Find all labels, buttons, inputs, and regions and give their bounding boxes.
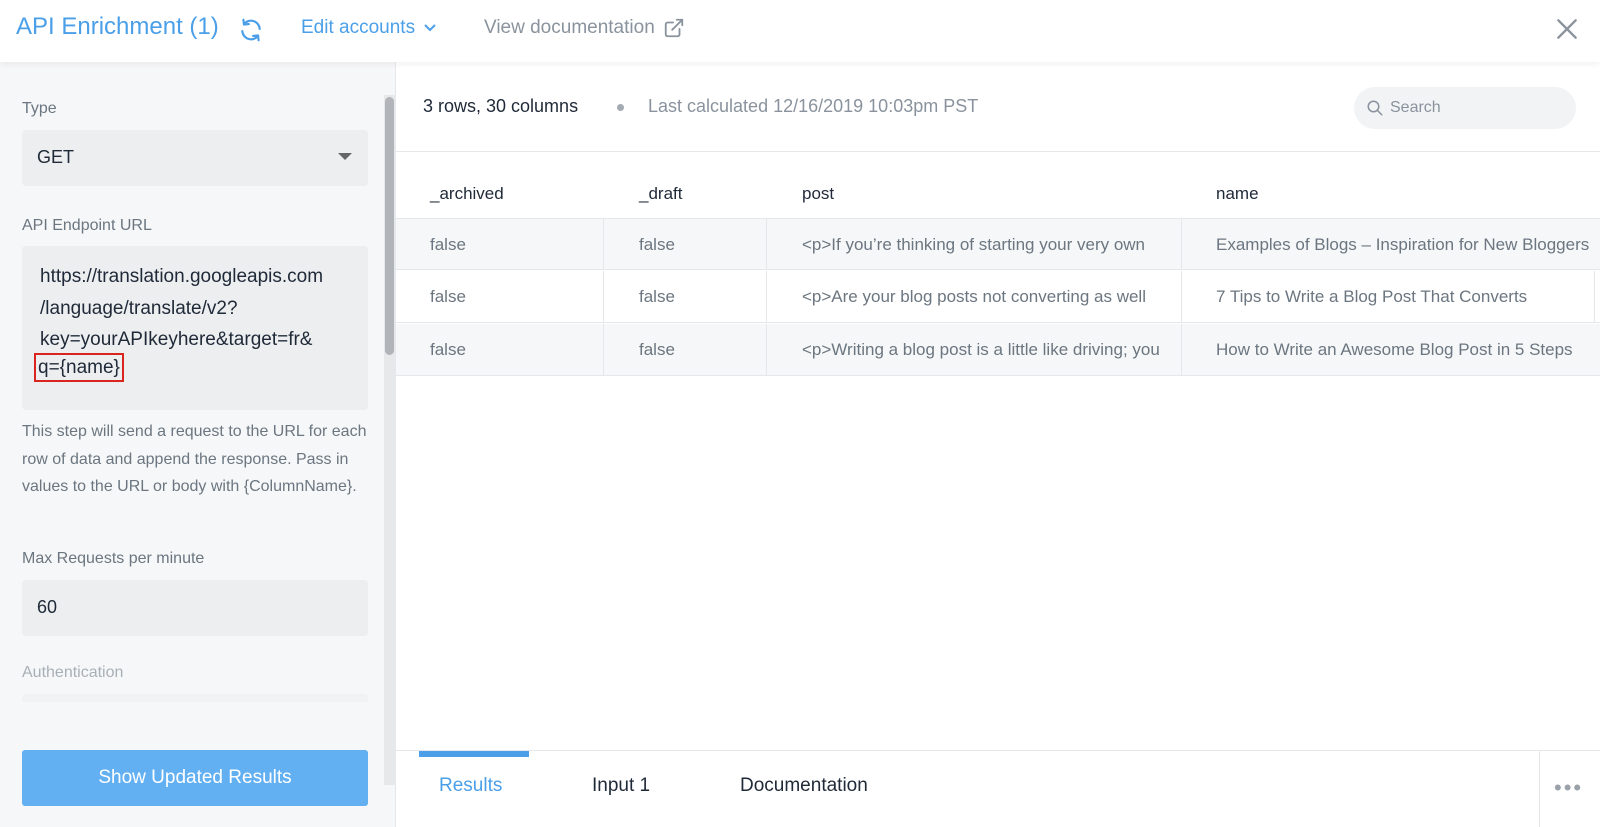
column-header-post[interactable]: post: [802, 184, 834, 204]
table-cell: false: [639, 340, 675, 359]
max-requests-input[interactable]: 60: [22, 580, 368, 636]
url-line: /language/translate/v2?: [40, 298, 238, 319]
table-cell: <p>Writing a blog post is a little like …: [802, 340, 1160, 359]
header: API Enrichment (1) Edit accounts View do…: [0, 0, 1600, 62]
table-row[interactable]: false false <p>If you’re thinking of sta…: [396, 218, 1600, 270]
table-cell: false: [430, 287, 466, 306]
refresh-icon[interactable]: [238, 17, 264, 43]
more-options-icon[interactable]: •••: [1554, 775, 1583, 801]
column-divider: [766, 324, 767, 375]
url-highlight-box: q={name}: [34, 353, 124, 382]
search-input[interactable]: [1390, 87, 1570, 129]
chevron-down-icon: [424, 24, 436, 32]
view-documentation-label: View documentation: [484, 17, 655, 38]
table-cell: false: [430, 340, 466, 359]
results-panel: 3 rows, 30 columns Last calculated 12/16…: [396, 62, 1600, 827]
column-header-archived[interactable]: _archived: [430, 184, 504, 204]
type-label: Type: [22, 100, 57, 117]
table-cell: false: [639, 287, 675, 306]
search-box: [1354, 87, 1576, 129]
table-cell: <p>If you’re thinking of starting your v…: [802, 235, 1146, 254]
row-column-count: 3 rows, 30 columns: [423, 96, 579, 116]
column-divider: [1594, 271, 1595, 322]
help-text: This step will send a request to the URL…: [22, 423, 367, 495]
last-calculated: Last calculated 12/16/2019 10:03pm PST: [648, 96, 979, 116]
column-divider: [603, 324, 604, 375]
type-select[interactable]: GET: [22, 130, 368, 186]
tabs-divider: [1539, 751, 1540, 827]
url-line-highlighted: q={name}: [34, 353, 124, 382]
url-line: key=yourAPIkeyhere&target=fr&: [40, 329, 313, 350]
table-cell: false: [639, 235, 675, 254]
url-label: API Endpoint URL: [22, 217, 152, 234]
scrollbar-thumb[interactable]: [385, 97, 394, 355]
table-cell: <p>Are your blog posts not converting as…: [802, 287, 1146, 306]
column-divider: [1181, 324, 1182, 375]
table-cell: false: [430, 235, 466, 254]
table-row[interactable]: false false <p>Are your blog posts not c…: [396, 271, 1600, 323]
column-header-name[interactable]: name: [1216, 184, 1259, 204]
divider: [396, 151, 1600, 152]
url-line: https://translation.googleapis.com: [40, 266, 324, 287]
column-divider: [603, 271, 604, 322]
close-icon[interactable]: [1554, 16, 1580, 42]
separator-dot: [617, 104, 624, 111]
edit-accounts-label: Edit accounts: [301, 17, 416, 38]
page-title: API Enrichment (1): [16, 13, 219, 40]
tab-results[interactable]: Results: [439, 775, 502, 797]
max-requests-label: Max Requests per minute: [22, 550, 205, 567]
column-divider: [766, 219, 767, 270]
active-tab-indicator: [419, 751, 529, 757]
table-cell: How to Write an Awesome Blog Post in 5 S…: [1216, 340, 1573, 359]
column-divider: [603, 219, 604, 270]
column-header-draft[interactable]: _draft: [639, 184, 682, 204]
search-icon: [1367, 100, 1383, 116]
tab-documentation[interactable]: Documentation: [740, 775, 868, 797]
bottom-tabs: Results Input 1 Documentation •••: [396, 750, 1600, 827]
table-cell: Examples of Blogs – Inspiration for New …: [1216, 235, 1590, 254]
column-divider: [1181, 219, 1182, 270]
view-documentation-link[interactable]: View documentation: [484, 17, 685, 39]
table-cell: 7 Tips to Write a Blog Post That Convert…: [1216, 287, 1528, 306]
show-updated-results-button[interactable]: Show Updated Results: [22, 750, 368, 806]
edit-accounts-button[interactable]: Edit accounts: [301, 17, 437, 39]
config-panel: Type GET API Endpoint URL https://transl…: [0, 62, 396, 827]
max-requests-value: 60: [37, 597, 58, 617]
table-row[interactable]: false false <p>Writing a blog post is a …: [396, 324, 1600, 376]
url-input[interactable]: https://translation.googleapis.com /lang…: [22, 246, 368, 410]
column-divider: [766, 271, 767, 322]
tab-input-1[interactable]: Input 1: [592, 775, 650, 797]
type-select-value: GET: [37, 147, 75, 167]
external-link-icon: [664, 18, 683, 38]
column-divider: [1181, 271, 1182, 322]
authentication-label: Authentication: [22, 664, 124, 681]
caret-down-icon: [338, 153, 352, 160]
